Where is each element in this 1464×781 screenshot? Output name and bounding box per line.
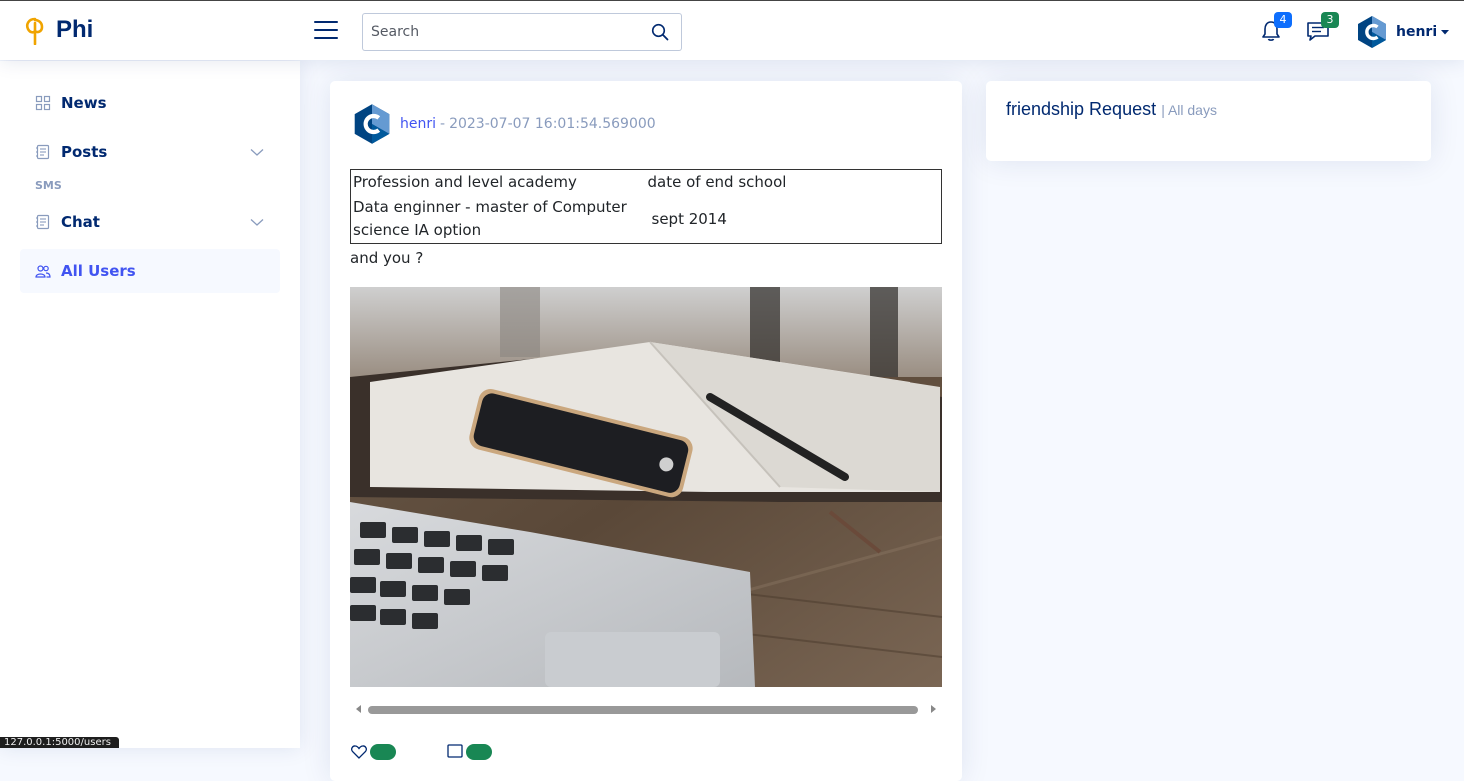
notifications-button[interactable]: 4 (1258, 12, 1292, 44)
notifications-count-badge: 4 (1274, 12, 1292, 28)
toggle-sidebar-button[interactable] (314, 21, 338, 41)
post-actions (350, 743, 542, 761)
post-author-link[interactable]: henri (400, 116, 436, 132)
search-input[interactable] (363, 14, 633, 50)
brand-logo[interactable]: Phi (24, 15, 93, 45)
journal-icon (36, 214, 50, 230)
table-row: Profession and level academy date of end… (351, 170, 942, 196)
post-image (350, 287, 942, 687)
comment-icon[interactable] (446, 743, 464, 761)
chevron-down-icon (250, 219, 264, 226)
horizontal-scrollbar[interactable] (350, 701, 942, 719)
top-header: Phi 4 3 henri (0, 0, 1464, 60)
sidebar-item-label: Chat (61, 213, 100, 231)
logo-icon (25, 17, 44, 45)
comment-count-badge (466, 744, 492, 760)
sidebar-item-posts[interactable]: Posts (20, 130, 280, 174)
scroll-right-arrow-icon[interactable] (931, 705, 936, 713)
menu-icon-bar (314, 37, 338, 39)
table-cell: Profession and level academy (353, 173, 577, 191)
search-icon[interactable] (651, 23, 669, 41)
people-icon (35, 265, 51, 278)
post-card: henri - 2023-07-07 16:01:54.569000 Profe… (330, 81, 962, 781)
post-table: Profession and level academy date of end… (350, 169, 942, 244)
avatar[interactable] (352, 103, 392, 145)
table-row: Data enginner - master of Computer scien… (351, 195, 942, 244)
avatar (1358, 16, 1386, 48)
heart-icon[interactable] (350, 743, 368, 761)
desk-photo-illustration (350, 287, 942, 687)
brand-name: Phi (56, 16, 94, 43)
post-header: henri - 2023-07-07 16:01:54.569000 (352, 103, 656, 145)
grid-icon (35, 95, 51, 111)
sidebar: News Posts SMS Chat All Users (0, 61, 300, 748)
post-text: and you ? (350, 249, 424, 267)
menu-icon-bar (314, 21, 338, 23)
table-cell: date of end school (647, 173, 787, 191)
journal-icon (36, 144, 50, 160)
sidebar-item-label: All Users (61, 262, 136, 280)
card-subtitle: | All days (1161, 102, 1217, 118)
sidebar-item-label: News (61, 94, 107, 112)
sidebar-heading-sms: SMS (35, 179, 62, 192)
menu-icon-bar (314, 29, 338, 31)
post-separator: - (440, 116, 446, 132)
search-bar (362, 13, 682, 51)
caret-down-icon (1441, 30, 1450, 35)
scroll-thumb[interactable] (368, 706, 918, 714)
sidebar-item-news[interactable]: News (20, 81, 280, 125)
browser-status-url: 127.0.0.1:5000/users (0, 737, 119, 748)
profile-dropdown[interactable]: henri (1356, 15, 1450, 49)
sidebar-item-all-users[interactable]: All Users (20, 249, 280, 293)
sidebar-item-chat[interactable]: Chat (20, 200, 280, 244)
table-cell: sept 2014 (651, 209, 727, 228)
sidebar-item-label: Posts (61, 143, 108, 161)
table-cell: Data enginner - master of Computer scien… (353, 198, 627, 239)
messages-button[interactable]: 3 (1305, 12, 1339, 44)
card-title: friendship Request (1006, 99, 1157, 119)
post-timestamp: 2023-07-07 16:01:54.569000 (449, 116, 656, 132)
friendship-request-card: friendship Request | All days (986, 81, 1431, 161)
like-count-badge (370, 744, 396, 760)
profile-name: henri (1396, 24, 1438, 40)
scroll-left-arrow-icon[interactable] (356, 705, 361, 713)
chevron-down-icon (250, 149, 264, 156)
messages-count-badge: 3 (1321, 12, 1339, 28)
